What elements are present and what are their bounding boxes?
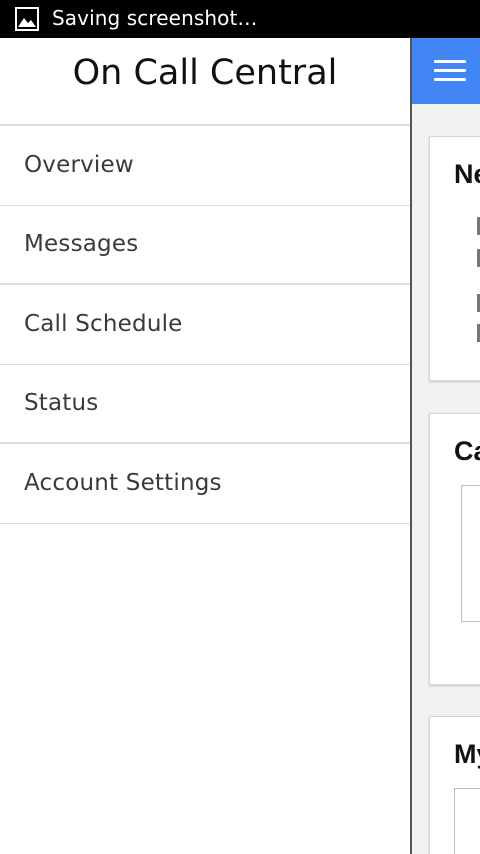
nav-item-label: Overview bbox=[24, 152, 134, 179]
nav-item-label: Messages bbox=[24, 231, 139, 258]
nav-item-messages[interactable]: Messages bbox=[0, 206, 410, 285]
main-content: Ne Ca My bbox=[412, 38, 480, 854]
card-title: Ca bbox=[454, 436, 480, 466]
card-call[interactable]: Ca bbox=[429, 413, 480, 685]
nav-item-label: Call Schedule bbox=[24, 311, 183, 338]
nav-item-overview[interactable]: Overview bbox=[0, 126, 410, 206]
card-title: My bbox=[454, 739, 480, 769]
status-bar: Saving screenshot… bbox=[0, 0, 480, 38]
nav-item-label: Status bbox=[24, 390, 99, 417]
nav-list: Overview Messages Call Schedule Status A… bbox=[0, 126, 410, 524]
card-title: Ne bbox=[454, 159, 480, 189]
nav-item-call-schedule[interactable]: Call Schedule bbox=[0, 285, 410, 365]
nav-item-label: Account Settings bbox=[24, 470, 222, 497]
card-my[interactable]: My bbox=[429, 716, 480, 854]
hamburger-menu-icon[interactable] bbox=[434, 57, 468, 85]
drawer-header: On Call Central bbox=[0, 38, 410, 126]
app-bar bbox=[412, 38, 480, 104]
image-icon bbox=[15, 7, 39, 31]
nav-item-account-settings[interactable]: Account Settings bbox=[0, 444, 410, 524]
navigation-drawer: On Call Central Overview Messages Call S… bbox=[0, 38, 412, 854]
drawer-title: On Call Central bbox=[72, 53, 338, 93]
nav-item-status[interactable]: Status bbox=[0, 365, 410, 444]
card-content-box bbox=[454, 788, 480, 854]
card-new[interactable]: Ne bbox=[429, 136, 480, 381]
card-content-box bbox=[461, 485, 480, 622]
status-notification-text: Saving screenshot… bbox=[52, 6, 258, 30]
